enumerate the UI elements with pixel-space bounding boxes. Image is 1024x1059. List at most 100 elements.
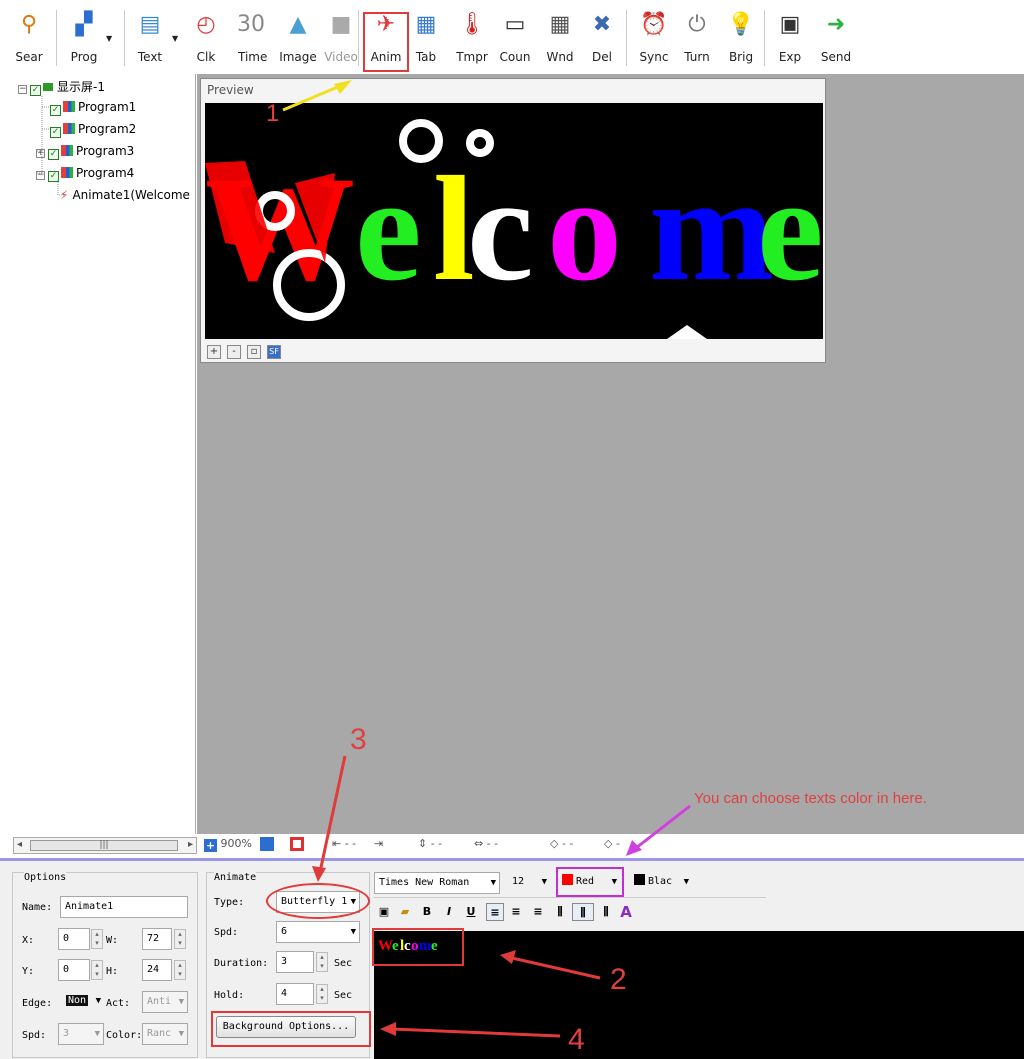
w-spinner[interactable]: ▴ ▾ [174, 929, 186, 949]
save-icon[interactable]: ▣ [376, 903, 392, 921]
h-input[interactable]: 24 [142, 959, 172, 981]
duration-input[interactable]: 3 [276, 951, 314, 973]
align-center-tool[interactable]: ⇕ - - [418, 837, 442, 853]
scroll-thumb[interactable]: ||| [30, 840, 178, 851]
align-left-icon[interactable]: ≡ [486, 903, 504, 921]
font-value: Times New Roman [379, 877, 470, 888]
send-icon: ➜ [826, 12, 846, 37]
toolbar-label: Send [820, 50, 852, 64]
toolbar-tab-button[interactable]: ▦ Tab [412, 6, 440, 70]
bulb-icon: 💡 [727, 12, 755, 37]
annotation-4: 4 [568, 1023, 585, 1056]
tree-lines [36, 96, 66, 196]
x-spinner[interactable]: ▴ ▾ [91, 929, 103, 949]
spd-select[interactable]: 3 ▼ [58, 1023, 104, 1045]
frame-icon[interactable] [290, 837, 304, 851]
toolbar-separator [626, 10, 627, 66]
align-center-icon[interactable]: ≡ [508, 903, 524, 921]
distribute-tool[interactable]: ⇔ - - [474, 837, 498, 853]
calendar-icon: 30 [237, 12, 265, 37]
name-input[interactable]: Animate1 [60, 896, 188, 918]
toolbar-del-button[interactable]: ✖ Del [588, 6, 616, 70]
color-select[interactable]: Ranc ▼ [142, 1023, 188, 1045]
zoom-plus-icon[interactable]: + [204, 839, 217, 852]
same-width-tool[interactable]: ◇ - [604, 837, 620, 853]
chevron-down-icon: ▼ [178, 1029, 184, 1039]
counter-icon: ▭ [504, 12, 526, 37]
font-color-icon[interactable]: A [618, 903, 634, 921]
toolbar-video-button[interactable]: ■ Video [324, 6, 358, 70]
toolbar-send-button[interactable]: ➜ Send [818, 6, 854, 70]
program-icon: ▞ [75, 12, 93, 37]
hold-spinner[interactable]: ▴ ▾ [316, 984, 328, 1004]
chevron-down-icon[interactable]: ▼ [106, 34, 112, 43]
toolbar-separator [56, 10, 57, 66]
underline-button[interactable]: U [464, 903, 478, 921]
edge-select[interactable]: Non ▼ [62, 991, 104, 1013]
valign-middle-icon[interactable]: ⫼ [572, 903, 594, 921]
duration-spinner[interactable]: ▴ ▾ [316, 952, 328, 972]
y-spinner[interactable]: ▴ ▾ [91, 960, 103, 980]
toolbar-wnd-button[interactable]: ▦ Wnd [544, 6, 576, 70]
zoom-out-button[interactable]: - [227, 345, 241, 359]
duration-unit: Sec [334, 958, 353, 969]
bg-color-select[interactable]: Blac ▼ [630, 872, 692, 894]
valign-bottom-icon[interactable]: ⫼ [598, 903, 614, 921]
anim-spd-select[interactable]: 6 ▼ [276, 921, 360, 943]
act-label: Act: [106, 998, 131, 1009]
open-folder-icon[interactable]: ▰ [396, 903, 414, 921]
toolbar-tmpr-button[interactable]: 🌡 Tmpr [456, 6, 488, 70]
h-spinner[interactable]: ▴ ▾ [174, 960, 186, 980]
led-canvas: We lc o me [205, 119, 823, 339]
size-value: 12 [512, 876, 525, 887]
toolbar-text-button[interactable]: ▤ Text [132, 6, 168, 70]
led-letter: o [547, 146, 622, 312]
scroll-right-icon[interactable]: ▸ [188, 839, 193, 850]
toolbar-label: Sear [15, 50, 43, 64]
tree-horizontal-scrollbar[interactable]: ◂ ||| ▸ [13, 837, 197, 854]
toolbar-time-button[interactable]: 30 Time [237, 6, 267, 70]
zoom-in-button[interactable]: + [207, 345, 221, 359]
toolbar-clk-button[interactable]: ◴ Clk [192, 6, 220, 70]
toolbar-exp-button[interactable]: ▣ Exp [776, 6, 804, 70]
toolbar-sear-button[interactable]: ⚲ Sear [14, 6, 44, 70]
act-value: Anti [147, 996, 172, 1007]
toolbar-label: Tab [415, 50, 437, 64]
toolbar-coun-button[interactable]: ▭ Coun [498, 6, 532, 70]
toolbar-label: Sync [639, 50, 669, 64]
zoom-control[interactable]: + 900% [204, 837, 252, 853]
italic-button[interactable]: I [442, 903, 456, 921]
same-height-value: - - [561, 837, 574, 850]
align-right-tool[interactable]: ⇥ [374, 837, 383, 853]
zoom-minus-icon[interactable] [260, 837, 274, 851]
chevron-down-icon[interactable]: ▼ [172, 34, 178, 43]
bubble-shape [667, 325, 707, 339]
size-select[interactable]: 12 ▼ [508, 872, 550, 894]
chevron-down-icon: ▼ [490, 878, 496, 888]
same-height-tool[interactable]: ◇ - - [550, 837, 573, 853]
actual-size-button[interactable]: SF [267, 345, 281, 359]
hold-input[interactable]: 4 [276, 983, 314, 1005]
toolbar-prog-button[interactable]: ▞ Prog [64, 6, 104, 70]
act-select[interactable]: Anti ▼ [142, 991, 188, 1013]
y-input[interactable]: 0 [58, 959, 90, 981]
window-icon: ▦ [549, 12, 571, 37]
color-hint-note: You can choose texts color in here. [694, 790, 927, 807]
hold-label: Hold: [214, 990, 245, 1001]
x-input[interactable]: 0 [58, 928, 90, 950]
toolbar-turn-button[interactable]: ⏻ Turn [682, 6, 712, 70]
toolbar-label: Exp [778, 50, 802, 64]
valign-top-icon[interactable]: ⫼ [552, 903, 568, 921]
font-select[interactable]: Times New Roman ▼ [374, 872, 500, 894]
bold-button[interactable]: B [420, 903, 434, 921]
align-right-icon[interactable]: ≡ [530, 903, 546, 921]
fit-button[interactable]: ▫ [247, 345, 261, 359]
video-icon: ■ [330, 12, 352, 37]
toolbar-brig-button[interactable]: 💡 Brig [726, 6, 756, 70]
toolbar-sync-button[interactable]: ⏰ Sync [638, 6, 670, 70]
align-left-tool[interactable]: ⇤ - - [332, 837, 356, 853]
w-input[interactable]: 72 [142, 928, 172, 950]
toolbar-image-button[interactable]: ▲ Image [278, 6, 318, 70]
scroll-left-icon[interactable]: ◂ [17, 839, 22, 850]
text-editor[interactable]: Welcome [374, 931, 1024, 1059]
